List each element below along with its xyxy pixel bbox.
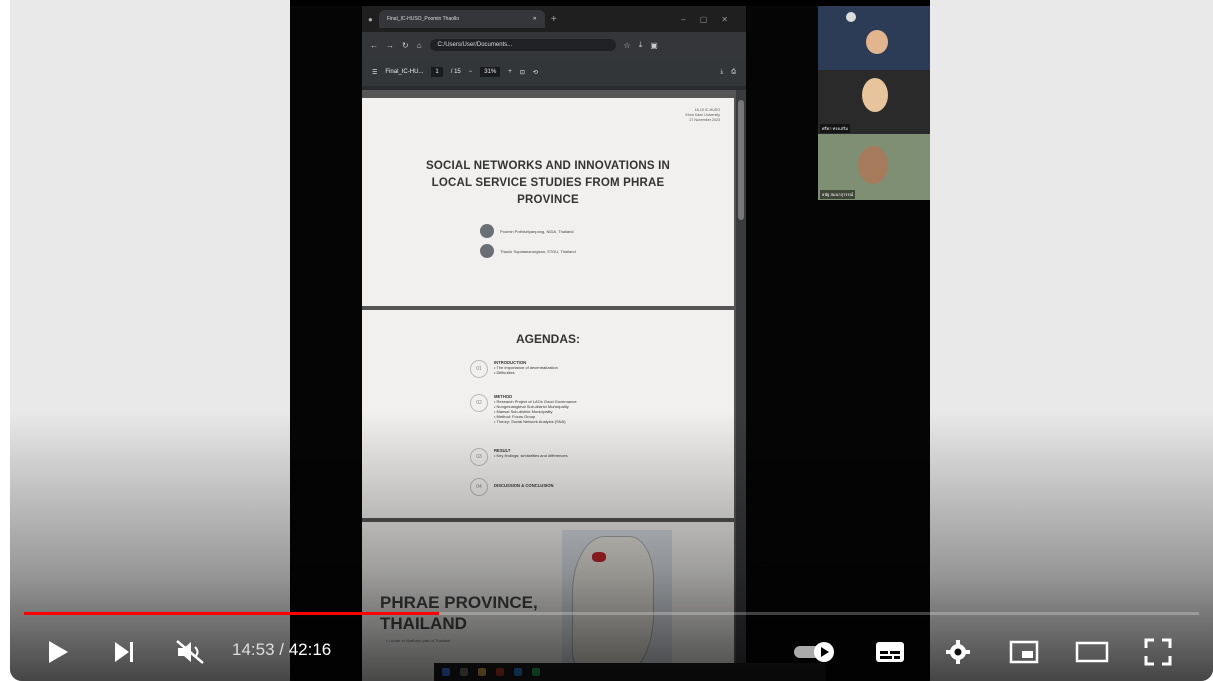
settings-button[interactable] (940, 637, 976, 667)
autoplay-icon (794, 642, 834, 662)
agenda-item: 01 INTRODUCTION • The importance of decent… (470, 360, 558, 378)
agenda-item: 03 RESULT • Key findings: similarities and… (470, 448, 568, 466)
participant-videos: ศรีดา ทรงเสริม ธนัฐ สมนาสุวรรณ์ (818, 6, 930, 200)
print-icon: ⎙ (731, 68, 736, 75)
zoom-out-icon: − (468, 69, 473, 75)
reload-icon: ↻ (402, 40, 409, 50)
participant-face (866, 30, 888, 54)
pdf-menu-icon: ☰ (372, 69, 378, 76)
letterbox-right (930, 0, 1213, 681)
pdf-scrollbar (736, 90, 746, 681)
forward-icon: → (386, 40, 394, 50)
fit-page-icon: ⊡ (519, 69, 525, 76)
progress-bar[interactable] (24, 612, 1199, 615)
slide-title: 18-19 IC-HUSO Khon Kaen University 27 No… (362, 98, 734, 306)
avatar (480, 244, 494, 258)
home-icon: ⌂ (416, 40, 422, 50)
pdf-document: 18-19 IC-HUSO Khon Kaen University 27 No… (362, 90, 746, 681)
tab-close-icon: ✕ (532, 16, 537, 22)
fullscreen-button[interactable] (1140, 637, 1176, 667)
letterbox-left (10, 0, 290, 681)
tab-menu-icon: ● (368, 14, 373, 24)
participant-face (862, 78, 888, 112)
participant-tile: ธนัฐ สมนาสุวรรณ์ (818, 134, 930, 200)
zoom-in-icon: + (508, 69, 512, 75)
avatar (846, 12, 856, 22)
rotate-icon: ⟲ (532, 69, 538, 76)
url-field: C:/Users/User/Documents... (429, 39, 616, 51)
window-controls: –▢✕ (681, 14, 742, 24)
author-1: Poomin Pothisiriyanpong, NIDA, Thailand (480, 224, 574, 238)
address-bar: ← → ↻ ⌂ C:/Users/User/Documents... ☆ ⤓ ▣ (362, 32, 746, 58)
pdf-page-number: 1 (431, 67, 443, 77)
pdf-page-total: / 15 (450, 69, 461, 75)
pdf-download-icon: ⤓ (720, 68, 724, 75)
extensions-icon: ▣ (650, 40, 658, 50)
browser-tab: Final_IC-HUSO_Poomin Thaollo ✕ (378, 10, 545, 28)
slide-meta: 18-19 IC-HUSO Khon Kaen University 27 No… (685, 108, 720, 122)
subtitles-button[interactable] (872, 637, 908, 667)
avatar (480, 224, 494, 238)
fullscreen-icon (1144, 638, 1172, 666)
video-frame: ● Final_IC-HUSO_Poomin Thaollo ✕ + –▢✕ ← … (290, 6, 930, 681)
agenda-item: 02 METHOD • Research Project of LAOs Good … (470, 394, 577, 424)
gear-icon (946, 640, 970, 664)
theater-icon (1075, 641, 1109, 663)
progress-played (24, 612, 439, 615)
video-player[interactable]: ● Final_IC-HUSO_Poomin Thaollo ✕ + –▢✕ ← … (10, 0, 1213, 681)
new-tab-icon: + (550, 13, 557, 25)
browser-tabbar: ● Final_IC-HUSO_Poomin Thaollo ✕ + –▢✕ (362, 6, 746, 32)
miniplayer-button[interactable] (1006, 637, 1042, 667)
participant-face (858, 146, 888, 184)
star-icon: ☆ (623, 40, 631, 50)
participant-name: ธนัฐ สมนาสุวรรณ์ (820, 190, 856, 199)
back-icon: ← (370, 40, 378, 50)
subtitles-icon (876, 642, 904, 662)
pdf-file-label: Final_IC-HU... (385, 69, 424, 75)
autoplay-toggle[interactable] (792, 637, 838, 667)
participant-tile (818, 6, 930, 70)
slide-main-title: SOCIAL NETWORKS AND INNOVATIONS IN LOCAL… (425, 160, 671, 206)
author-2: Thaolo Supatanarungsan, STOU, Thailand (480, 244, 576, 258)
agenda-item: 04 DISCUSSION & CONCLUSION (470, 478, 554, 496)
participant-name: ศรีดา ทรงเสริม (820, 124, 850, 133)
pdf-toolbar: ☰ Final_IC-HU... 1 / 15 − 31% + ⊡ ⟲ ⤓ ⎙ (362, 58, 746, 86)
player-controls-right (10, 621, 1213, 681)
participant-tile: ศรีดา ทรงเสริม (818, 70, 930, 134)
pdf-viewer-window: ● Final_IC-HUSO_Poomin Thaollo ✕ + –▢✕ ← … (362, 6, 826, 681)
theater-mode-button[interactable] (1072, 637, 1112, 667)
miniplayer-icon (1009, 640, 1039, 664)
slide-agenda: AGENDAS: 01 INTRODUCTION • The importance … (362, 310, 734, 518)
agenda-title: AGENDAS: (515, 332, 580, 346)
pdf-zoom: 31% (480, 67, 501, 77)
download-icon: ⤓ (638, 40, 643, 49)
